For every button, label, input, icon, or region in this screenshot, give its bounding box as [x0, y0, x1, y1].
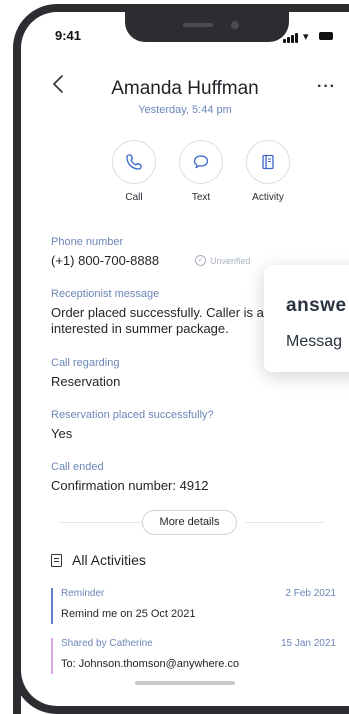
status-icons: ▾ — [283, 31, 343, 43]
popup-message: Messag — [286, 333, 343, 350]
text-label: Text — [191, 192, 211, 203]
call-ended-value: Confirmation number: 4912 — [51, 478, 209, 493]
call-label: Call — [125, 192, 143, 203]
contact-name: Amanda Huffman — [111, 78, 259, 99]
phone-icon — [126, 154, 142, 170]
reservation-placed-label: Reservation placed successfully? — [51, 409, 214, 421]
activity-accent-bar — [51, 638, 53, 674]
document-icon — [51, 553, 62, 567]
activity-button[interactable] — [246, 140, 290, 184]
activity-item[interactable]: Reminder 2 Feb 2021 Remind me on 25 Oct … — [51, 588, 336, 624]
call-button[interactable] — [112, 140, 156, 184]
status-time: 9:41 — [55, 28, 82, 43]
notification-popup[interactable]: answe Messag — [264, 265, 349, 372]
call-timestamp: Yesterday, 5:44 pm — [138, 104, 232, 116]
notebook-icon — [262, 154, 274, 170]
phone-notch — [125, 12, 289, 42]
unverified-badge: ✓ Unverified — [195, 255, 251, 266]
battery-icon — [319, 32, 333, 40]
activity-action[interactable]: Activity — [243, 140, 293, 203]
activity-date: 15 Jan 2021 — [280, 638, 336, 649]
call-regarding-label: Call regarding — [51, 357, 120, 369]
text-button[interactable] — [179, 140, 223, 184]
call-regarding-value: Reservation — [51, 374, 121, 389]
receptionist-message-line1: Order placed successfully. Caller is a — [51, 305, 264, 320]
reservation-placed-value: Yes — [51, 426, 73, 441]
phone-number-label: Phone number — [51, 236, 124, 248]
speaker-grille — [183, 23, 213, 27]
home-indicator[interactable] — [135, 681, 235, 685]
divider-right — [245, 522, 325, 523]
activity-accent-bar — [51, 588, 53, 624]
wifi-icon: ▾ — [303, 31, 309, 43]
activities-header: All Activities — [51, 552, 146, 568]
receptionist-message-label: Receptionist message — [51, 288, 160, 300]
status-bar: 9:41 ▾ — [21, 12, 349, 52]
chat-bubble-icon — [193, 155, 209, 169]
call-ended-label: Call ended — [51, 461, 104, 473]
call-action[interactable]: Call — [109, 140, 159, 203]
activity-label: Activity — [252, 192, 284, 203]
activity-date: 2 Feb 2021 — [285, 588, 336, 599]
unverified-label: Unverified — [210, 255, 251, 266]
phone-number-value[interactable]: (+1) 800-700-8888 — [51, 253, 159, 269]
receptionist-message-line2: interested in summer package. — [51, 321, 229, 336]
text-action[interactable]: Text — [176, 140, 226, 203]
popup-title: answe — [286, 295, 347, 316]
check-circle-icon: ✓ — [195, 255, 206, 266]
divider-left — [58, 522, 142, 523]
signal-icon — [283, 39, 286, 43]
front-camera — [231, 21, 239, 29]
more-details-button[interactable]: More details — [142, 510, 237, 535]
activity-text: Remind me on 25 Oct 2021 — [61, 608, 196, 620]
activities-title: All Activities — [72, 552, 146, 568]
activity-item[interactable]: Shared by Catherine 15 Jan 2021 To: John… — [51, 638, 336, 674]
activity-text: To: Johnson.thomson@anywhere.co — [61, 658, 240, 670]
